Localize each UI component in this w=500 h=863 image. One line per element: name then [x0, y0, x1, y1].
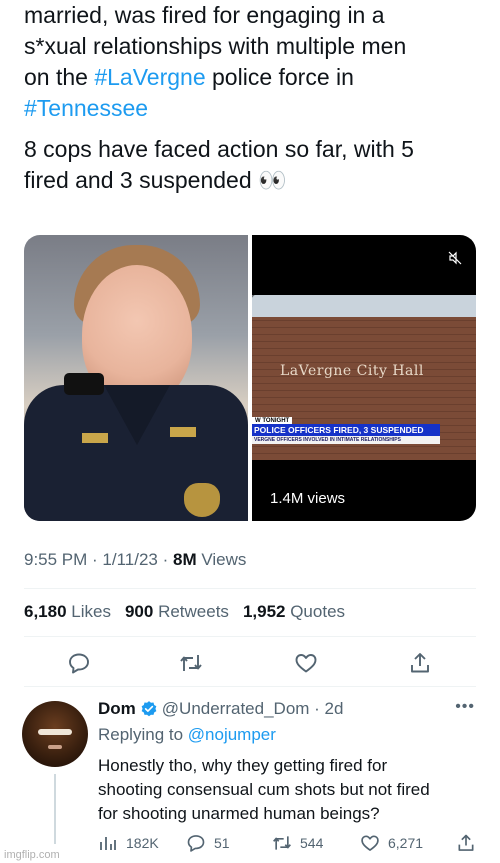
tweet-stats: 6,180 Likes 900 Retweets 1,952 Quotes [24, 602, 345, 622]
like-button[interactable] [291, 648, 321, 678]
city-hall-sign: LaVergne City Hall [280, 363, 424, 379]
quotes-count: 1,952 [242, 602, 286, 621]
quotes-stat[interactable]: 1,952 Quotes [243, 602, 345, 621]
reply-retweet-button[interactable]: 544 [272, 833, 323, 853]
tree-branch [252, 295, 332, 355]
share-icon [411, 653, 429, 673]
tweet-text: married, was fired for engaging in a s*x… [24, 0, 484, 196]
reply-reply-button[interactable]: 51 [186, 833, 230, 853]
retweets-count: 900 [124, 602, 154, 621]
reply-views-count: 182K [126, 835, 159, 851]
share-icon [458, 834, 474, 851]
news-headline: POLICE OFFICERS FIRED, 3 SUSPENDED [252, 424, 440, 436]
avatar-mouth [48, 745, 62, 749]
divider-bottom [24, 686, 476, 687]
reply-likes-count: 6,271 [388, 835, 424, 851]
quotes-label: Quotes [285, 602, 346, 621]
tweet-timestamp[interactable]: 9:55 PM · 1/11/23 · [24, 550, 173, 569]
reply-icon [187, 835, 205, 852]
retweets-label: Retweets [153, 602, 229, 621]
views-label: Views [196, 550, 247, 569]
reply-actions: 182K 51 544 6,271 [98, 833, 488, 855]
tweet-line-1: married, was fired for engaging in a [24, 2, 385, 28]
watermark: imgflip.com [4, 849, 60, 861]
reply-like-button[interactable]: 6,271 [360, 833, 423, 853]
replying-handle-link[interactable]: @nojumper [188, 725, 276, 744]
reply-tweet[interactable]: Dom @Underrated_Dom · 2d ••• Replying to… [0, 688, 500, 863]
reply-line-3: for shooting unarmed human beings? [98, 804, 380, 823]
tweet-paragraph-2: 8 cops have faced action so far, with 5 … [24, 134, 484, 196]
reply-replies-count: 51 [214, 835, 230, 851]
reply-header: Dom @Underrated_Dom · 2d [98, 698, 483, 720]
share-button[interactable] [405, 648, 435, 678]
reply-line-2: shooting consensual cum shots but not fi… [98, 780, 430, 799]
tweet-meta: 9:55 PM · 1/11/23 · 8M Views [24, 550, 246, 570]
divider-top [24, 588, 476, 589]
likes-count: 6,180 [24, 602, 67, 621]
hashtag-tennessee-link[interactable]: #Tennessee [24, 93, 484, 124]
likes-label: Likes [66, 602, 111, 621]
more-options-icon[interactable]: ••• [455, 698, 475, 716]
news-video[interactable]: LaVergne City Hall W TONIGHT POLICE OFFI… [252, 235, 476, 521]
officer-photo[interactable] [24, 235, 248, 521]
reply-retweets-count: 544 [300, 835, 324, 851]
tweet-line-3-text: on the [24, 64, 95, 90]
news-subline: VERGNE OFFICERS INVOLVED IN INTIMATE REL… [252, 436, 440, 444]
retweets-stat[interactable]: 900 Retweets [125, 602, 229, 621]
tweet-line-3: on the #LaVergne police force in [24, 62, 484, 93]
video-views: 1.4M views [270, 490, 346, 507]
reply-body: Dom @Underrated_Dom · 2d ••• Replying to… [98, 698, 483, 826]
like-icon [361, 835, 379, 851]
reply-icon [69, 653, 89, 674]
collar-pin-left [82, 433, 108, 443]
analytics-icon [100, 837, 116, 850]
views-count: 8M [172, 550, 197, 569]
mute-icon[interactable] [448, 251, 462, 265]
likes-stat[interactable]: 6,180 Likes [24, 602, 111, 621]
avatar-eyes [38, 729, 72, 735]
reply-button[interactable] [64, 648, 94, 678]
replying-to: Replying to @nojumper [98, 724, 483, 746]
reply-handle-time[interactable]: @Underrated_Dom · 2d [162, 698, 344, 720]
reply-views-button[interactable]: 182K [98, 833, 159, 853]
police-badge [184, 483, 220, 517]
hashtag-lavergne-link[interactable]: #LaVergne [94, 64, 205, 90]
collar-pin-right [170, 427, 196, 437]
retweet-icon [273, 836, 291, 850]
body-camera [64, 373, 104, 395]
thread-line [54, 774, 56, 844]
tweet-para2-line-2: fired and 3 suspended 👀 [24, 167, 287, 193]
tweet-line-3-tail: police force in [205, 64, 354, 90]
tweet-actions [24, 648, 476, 678]
retweet-button[interactable] [176, 648, 206, 678]
reply-text: Honestly tho, why they getting fired for… [98, 754, 483, 826]
retweet-icon [180, 655, 202, 671]
divider-middle [24, 636, 476, 637]
tweet-media: LaVergne City Hall W TONIGHT POLICE OFFI… [24, 235, 476, 521]
avatar[interactable] [22, 701, 88, 767]
replying-prefix: Replying to [98, 725, 188, 744]
reply-author-name[interactable]: Dom [98, 698, 136, 720]
reply-share-button[interactable] [456, 833, 476, 853]
reply-line-1: Honestly tho, why they getting fired for [98, 756, 388, 775]
tweet-line-2: s*xual relationships with multiple men [24, 33, 407, 59]
verified-badge-icon [141, 701, 157, 717]
like-icon [295, 654, 317, 673]
tweet-para2-line-1: 8 cops have faced action so far, with 5 [24, 136, 414, 162]
